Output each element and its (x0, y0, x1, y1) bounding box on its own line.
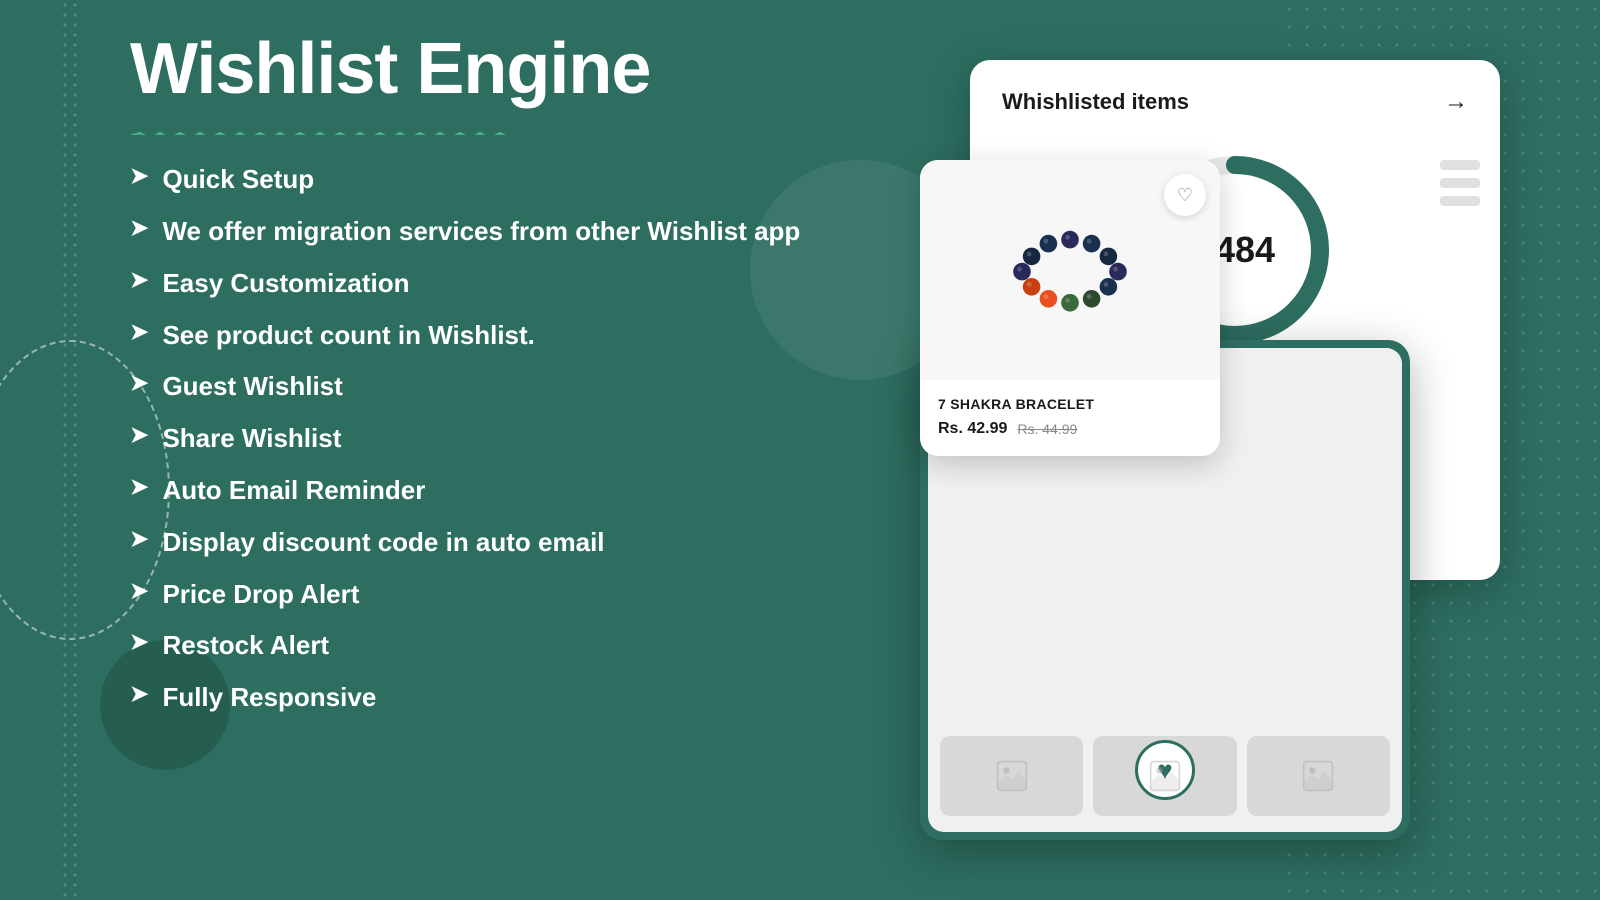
feature-text-5: Guest Wishlist (162, 370, 342, 404)
price-current: Rs. 42.99 (938, 420, 1007, 438)
feature-item-4: ➤ See product count in Wishlist. (130, 319, 810, 353)
thumbnail-3 (1247, 736, 1390, 816)
features-list: ➤ Quick Setup ➤ We offer migration servi… (130, 163, 810, 715)
bg-dots-left (60, 0, 80, 900)
feature-text-1: Quick Setup (162, 163, 314, 197)
feature-text-11: Fully Responsive (162, 681, 376, 715)
card-line-1 (1440, 160, 1480, 170)
feature-item-6: ➤ Share Wishlist (130, 422, 810, 456)
card-line-2 (1440, 178, 1480, 188)
feature-item-3: ➤ Easy Customization (130, 267, 810, 301)
title-divider (130, 127, 520, 135)
right-content-area: Whishlisted items → 7484 7484 / 10000 (920, 60, 1500, 840)
feature-arrow-5: ➤ (130, 372, 148, 394)
card-line-3 (1440, 196, 1480, 206)
feature-text-8: Display discount code in auto email (162, 526, 604, 560)
heart-outline-icon: ♡ (1177, 185, 1193, 206)
wishlisted-card-title: Whishlisted items (1002, 89, 1189, 115)
feature-text-2: We offer migration services from other W… (162, 215, 800, 249)
bracelet-image (990, 220, 1150, 320)
feature-arrow-10: ➤ (130, 631, 148, 653)
product-wishlist-heart-button[interactable]: ♡ (1164, 174, 1206, 216)
product-prices: Rs. 42.99 Rs. 44.99 (938, 420, 1202, 438)
feature-item-9: ➤ Price Drop Alert (130, 578, 810, 612)
product-image-area: ♡ (920, 160, 1220, 380)
feature-text-10: Restock Alert (162, 629, 329, 663)
left-content-area: Wishlist Engine ➤ Quick Setup ➤ We offer… (130, 30, 810, 715)
feature-arrow-3: ➤ (130, 269, 148, 291)
arrow-right-icon[interactable]: → (1444, 88, 1468, 116)
feature-arrow-9: ➤ (130, 580, 148, 602)
feature-arrow-1: ➤ (130, 165, 148, 187)
feature-item-8: ➤ Display discount code in auto email (130, 526, 810, 560)
feature-item-10: ➤ Restock Alert (130, 629, 810, 663)
feature-text-9: Price Drop Alert (162, 578, 359, 612)
card-lines-decoration (1440, 160, 1480, 206)
feature-item-7: ➤ Auto Email Reminder (130, 474, 810, 508)
feature-arrow-2: ➤ (130, 217, 148, 239)
wishlisted-card-header: Whishlisted items → (1002, 88, 1468, 116)
product-info: 7 SHAKRA BRACELET Rs. 42.99 Rs. 44.99 (920, 380, 1220, 456)
feature-arrow-11: ➤ (130, 683, 148, 705)
feature-item-2: ➤ We offer migration services from other… (130, 215, 810, 249)
feature-text-6: Share Wishlist (162, 422, 341, 456)
thumbnail-row (928, 720, 1402, 832)
thumbnail-1 (940, 736, 1083, 816)
feature-text-7: Auto Email Reminder (162, 474, 425, 508)
feature-text-3: Easy Customization (162, 267, 409, 301)
feature-arrow-4: ➤ (130, 321, 148, 343)
product-card: ♡ 7 SHAKRA BRACELET Rs. 42.99 Rs. 44.99 (920, 160, 1220, 456)
feature-item-1: ➤ Quick Setup (130, 163, 810, 197)
feature-item-5: ➤ Guest Wishlist (130, 370, 810, 404)
feature-item-11: ➤ Fully Responsive (130, 681, 810, 715)
feature-arrow-8: ➤ (130, 528, 148, 550)
price-original: Rs. 44.99 (1017, 421, 1077, 437)
feature-arrow-6: ➤ (130, 424, 148, 446)
feature-text-4: See product count in Wishlist. (162, 319, 534, 353)
product-name: 7 SHAKRA BRACELET (938, 396, 1202, 412)
feature-arrow-7: ➤ (130, 476, 148, 498)
page-title: Wishlist Engine (130, 30, 810, 109)
